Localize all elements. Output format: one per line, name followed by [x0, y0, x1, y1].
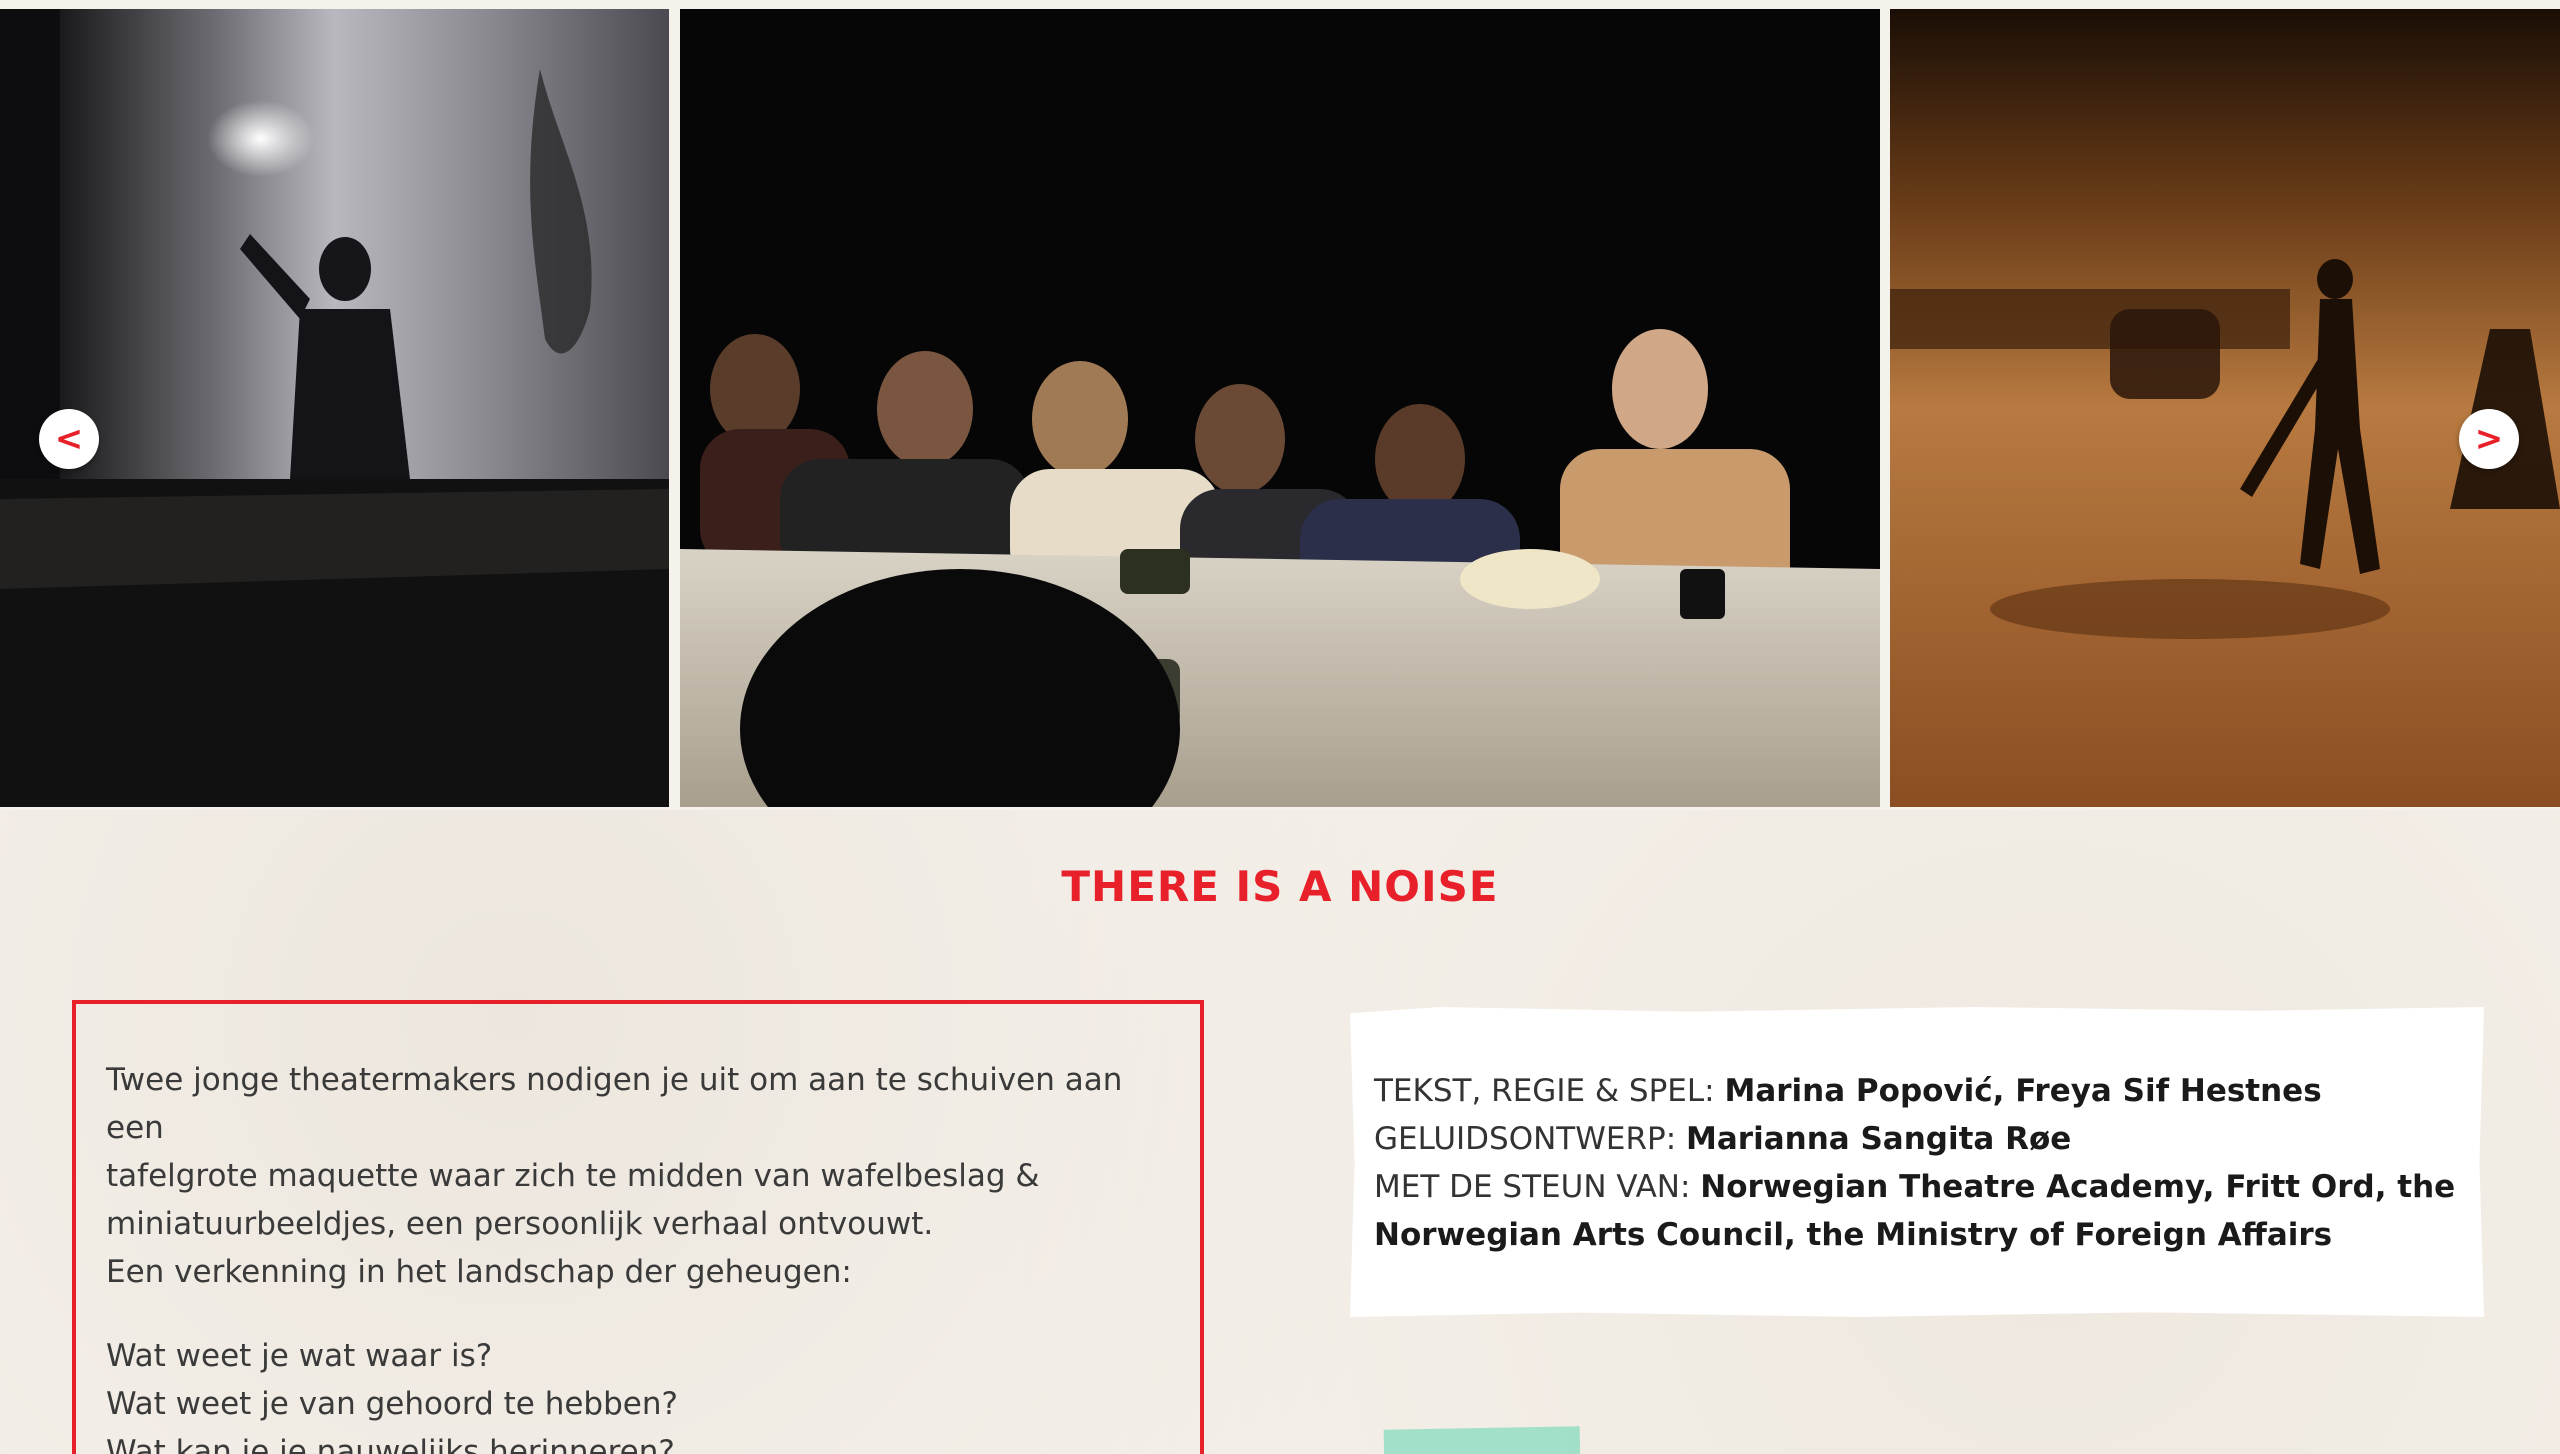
description-line: Een verkenning in het landschap der gehe…	[106, 1254, 852, 1290]
description-line: miniatuurbeeldjes, een persoonlijk verha…	[106, 1206, 934, 1242]
photo-toy-soldiers-closeup	[1890, 9, 2560, 807]
description-line: tafelgrote maquette waar zich te midden …	[106, 1158, 1040, 1194]
photo-carousel: < >	[0, 0, 2560, 810]
carousel-prev-button[interactable]: <	[39, 409, 99, 469]
credit-value: Norwegian Theatre Academy, Fritt Ord, th…	[1700, 1169, 2456, 1205]
carousel-slide-toy-soldiers[interactable]	[1890, 9, 2560, 807]
question-line: Wat kan je je nauwelijks herinneren?	[106, 1434, 675, 1454]
photo-performer-with-flashlight	[0, 9, 669, 807]
chevron-left-icon: <	[54, 419, 84, 459]
credit-support: MET DE STEUN VAN: Norwegian Theatre Acad…	[1374, 1163, 2460, 1211]
question-line: Wat weet je van gehoord te hebben?	[106, 1386, 678, 1422]
carousel-next-button[interactable]: >	[2459, 409, 2519, 469]
credit-label: TEKST, REGIE & SPEL:	[1374, 1073, 1715, 1109]
production-title: THERE IS A NOISE	[1061, 862, 1499, 911]
description-box: Twee jonge theatermakers nodigen je uit …	[72, 1000, 1204, 1454]
credit-sound-design: GELUIDSONTWERP: Marianna Sangita Røe	[1374, 1115, 2460, 1163]
description-line: Twee jonge theatermakers nodigen je uit …	[106, 1062, 1123, 1146]
chevron-right-icon: >	[2474, 419, 2504, 459]
question-line: Wat weet je wat waar is?	[106, 1338, 493, 1374]
credit-label: MET DE STEUN VAN:	[1374, 1169, 1691, 1205]
carousel-slide-performer-flashlight[interactable]	[0, 9, 669, 807]
photo-performers-at-table	[680, 9, 1880, 807]
decorative-tape	[1383, 1426, 1581, 1454]
credit-text-direction: TEKST, REGIE & SPEL: Marina Popović, Fre…	[1374, 1067, 2460, 1115]
page: < > THERE IS A NOISE Twee jonge theaterm…	[0, 0, 2560, 1454]
carousel-slide-table-scene[interactable]	[680, 9, 1880, 807]
credit-value: Marianna Sangita Røe	[1686, 1121, 2072, 1157]
credits-box: TEKST, REGIE & SPEL: Marina Popović, Fre…	[1350, 1007, 2484, 1317]
credit-value: Norwegian Arts Council, the Ministry of …	[1374, 1217, 2333, 1253]
credit-support-continued: Norwegian Arts Council, the Ministry of …	[1374, 1211, 2460, 1259]
credit-label: GELUIDSONTWERP:	[1374, 1121, 1677, 1157]
credit-value: Marina Popović, Freya Sif Hestnes	[1724, 1073, 2322, 1109]
